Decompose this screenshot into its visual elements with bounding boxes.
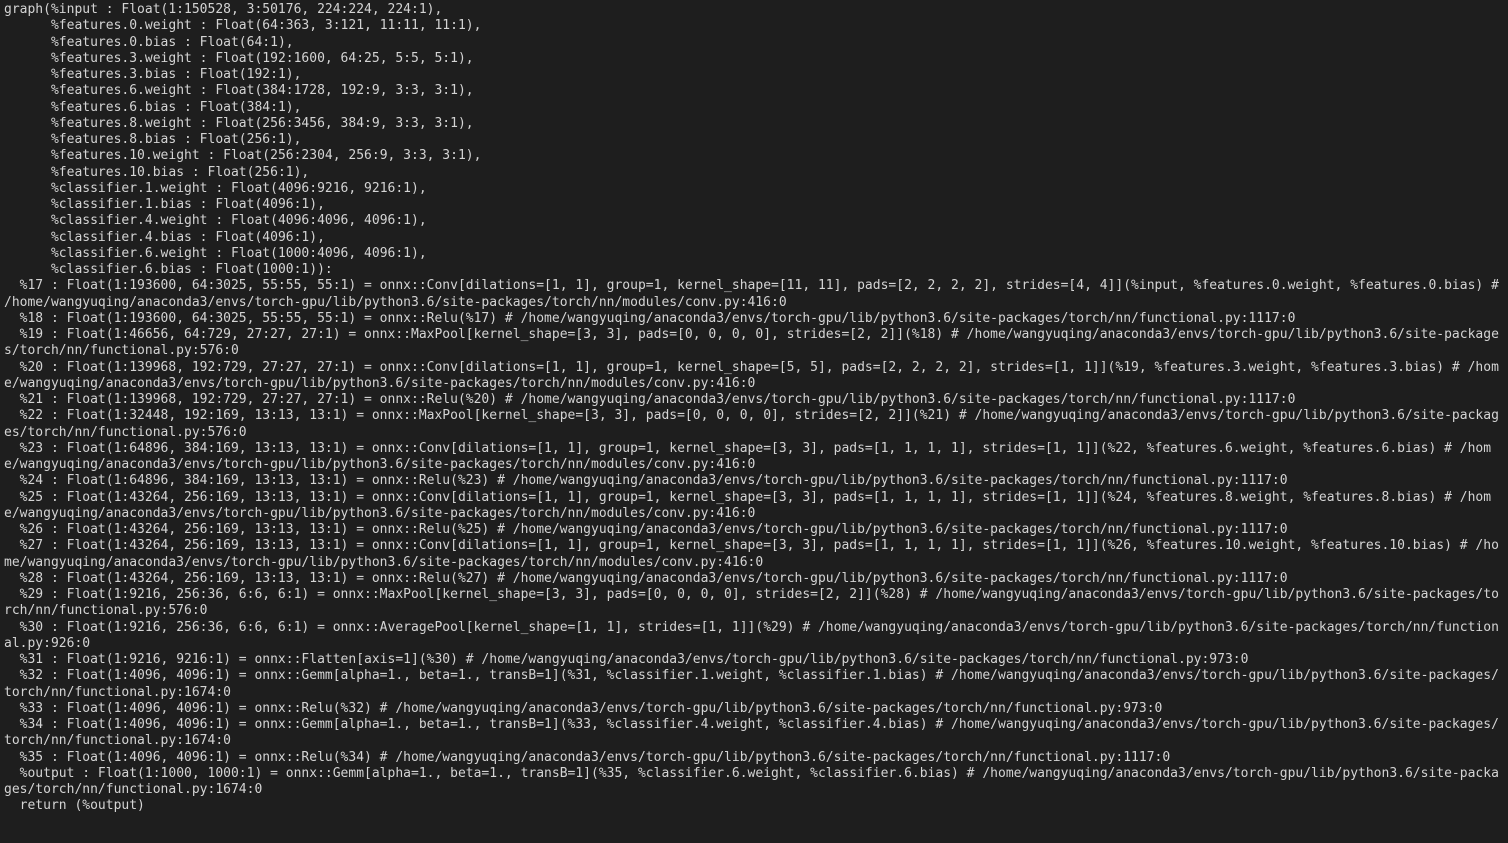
- onnx-graph-dump: graph(%input : Float(1:150528, 3:50176, …: [0, 0, 1508, 821]
